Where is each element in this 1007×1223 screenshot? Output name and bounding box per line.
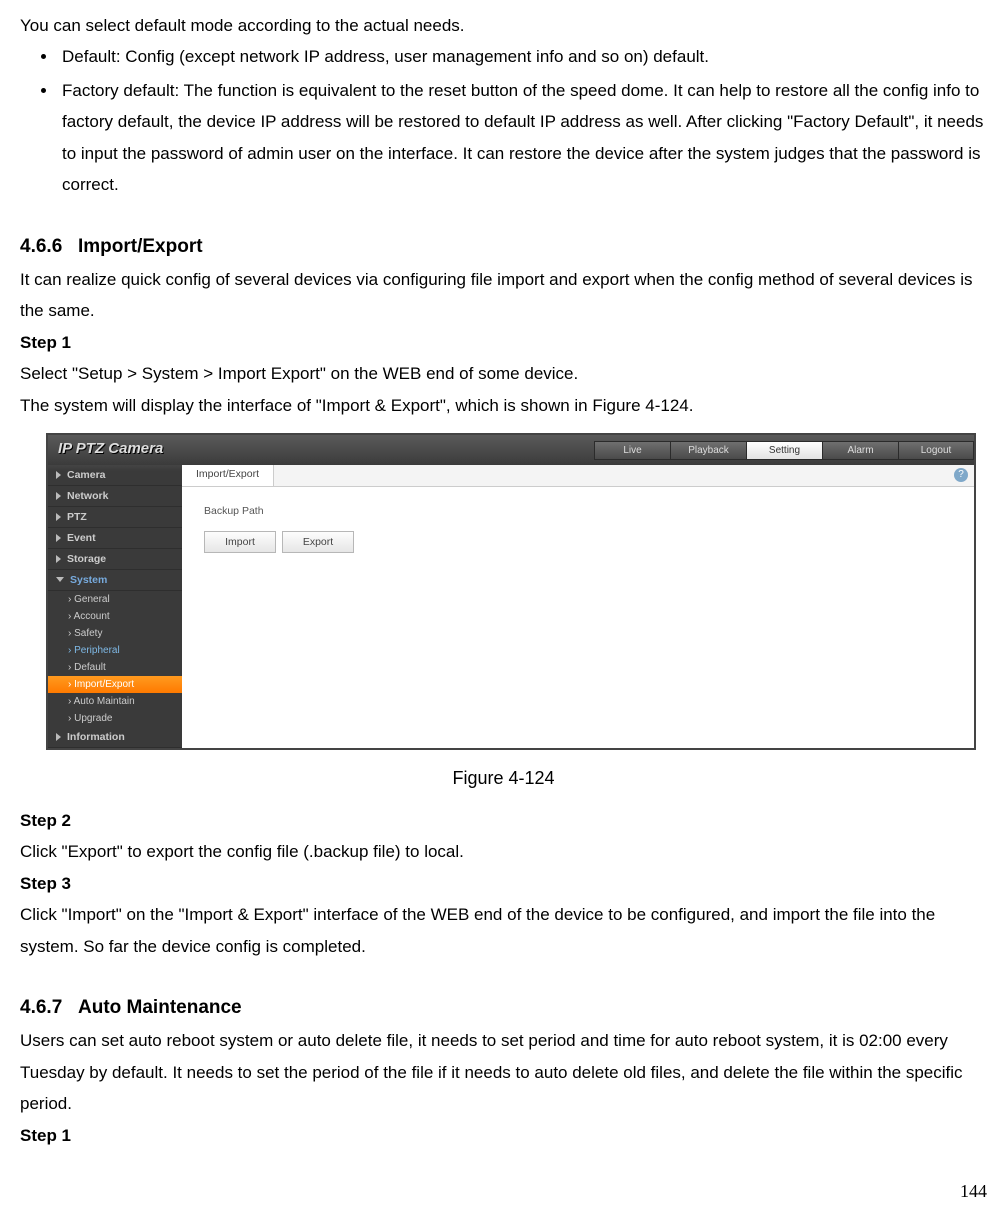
sidebar-item-event[interactable]: Event (48, 528, 182, 549)
figure-caption: Figure 4-124 (20, 768, 987, 789)
sidebar-item-camera[interactable]: Camera (48, 465, 182, 486)
heading-466-num: 4.6.6 (20, 229, 78, 264)
topnav-alarm[interactable]: Alarm (822, 441, 898, 460)
chevron-icon (56, 555, 61, 563)
chevron-icon (56, 577, 64, 582)
export-button[interactable]: Export (282, 531, 354, 553)
chevron-icon (56, 534, 61, 542)
heading-467: 4.6.7Auto Maintenance (20, 990, 987, 1025)
chevron-icon (56, 471, 61, 479)
subnav-import-export[interactable]: Import/Export (48, 676, 182, 693)
step-1-label: Step 1 (20, 327, 987, 358)
step-1b-label: Step 1 (20, 1120, 987, 1151)
chevron-icon (56, 492, 61, 500)
sidebar-item-label: Event (67, 532, 96, 544)
subnav-peripheral[interactable]: Peripheral (48, 642, 182, 659)
step-2-label: Step 2 (20, 805, 987, 836)
help-icon[interactable]: ? (954, 468, 968, 482)
topnav-logout[interactable]: Logout (898, 441, 974, 460)
bullet-default: Default: Config (except network IP addre… (58, 41, 987, 72)
bullet-factory-default: Factory default: The function is equival… (58, 75, 987, 201)
heading-467-num: 4.6.7 (20, 990, 78, 1025)
p-step2: Click "Export" to export the config file… (20, 836, 987, 867)
ui-topnav: LivePlaybackSettingAlarmLogout (594, 441, 974, 460)
p-466-a: It can realize quick config of several d… (20, 264, 987, 327)
page-number: 144 (20, 1181, 987, 1202)
chevron-icon (56, 513, 61, 521)
subnav-account[interactable]: Account (48, 608, 182, 625)
topnav-setting[interactable]: Setting (746, 441, 822, 460)
embedded-ui-screenshot: IP PTZ Camera LivePlaybackSettingAlarmLo… (46, 433, 976, 750)
step-3-label: Step 3 (20, 868, 987, 899)
sidebar-item-label: PTZ (67, 511, 87, 523)
p-step3: Click "Import" on the "Import & Export" … (20, 899, 987, 962)
subnav-auto-maintain[interactable]: Auto Maintain (48, 693, 182, 710)
sidebar-item-label: Camera (67, 469, 106, 481)
ui-sidebar: Camera Network PTZ Event Storage System Genera… (48, 465, 182, 748)
ui-tab-row: Import/Export (182, 465, 974, 487)
sidebar-item-label: Information (67, 731, 125, 743)
sidebar-item-label: System (70, 574, 107, 586)
sidebar-item-label: Storage (67, 553, 106, 565)
subnav-default[interactable]: Default (48, 659, 182, 676)
p-466-c: The system will display the interface of… (20, 390, 987, 421)
import-button[interactable]: Import (204, 531, 276, 553)
subnav-upgrade[interactable]: Upgrade (48, 710, 182, 727)
ui-brand: IP PTZ Camera (58, 440, 163, 457)
sidebar-item-system[interactable]: System (48, 570, 182, 591)
ui-titlebar: IP PTZ Camera LivePlaybackSettingAlarmLo… (48, 435, 974, 465)
heading-466: 4.6.6Import/Export (20, 229, 987, 264)
heading-467-title: Auto Maintenance (78, 997, 242, 1018)
p-466-b: Select "Setup > System > Import Export" … (20, 358, 987, 389)
sidebar-item-network[interactable]: Network (48, 486, 182, 507)
topnav-live[interactable]: Live (594, 441, 670, 460)
intro-text: You can select default mode according to… (20, 10, 987, 41)
subnav-safety[interactable]: Safety (48, 625, 182, 642)
subnav-general[interactable]: General (48, 591, 182, 608)
sidebar-item-label: Network (67, 490, 108, 502)
backup-path-label: Backup Path (204, 505, 952, 517)
sidebar-item-information[interactable]: Information (48, 727, 182, 748)
ui-main: Import/Export ? Backup Path Import Expor… (182, 465, 974, 748)
sidebar-item-storage[interactable]: Storage (48, 549, 182, 570)
heading-466-title: Import/Export (78, 236, 203, 257)
tab-import-export[interactable]: Import/Export (182, 465, 274, 486)
sidebar-item-ptz[interactable]: PTZ (48, 507, 182, 528)
p-467: Users can set auto reboot system or auto… (20, 1025, 987, 1119)
topnav-playback[interactable]: Playback (670, 441, 746, 460)
chevron-icon (56, 733, 61, 741)
